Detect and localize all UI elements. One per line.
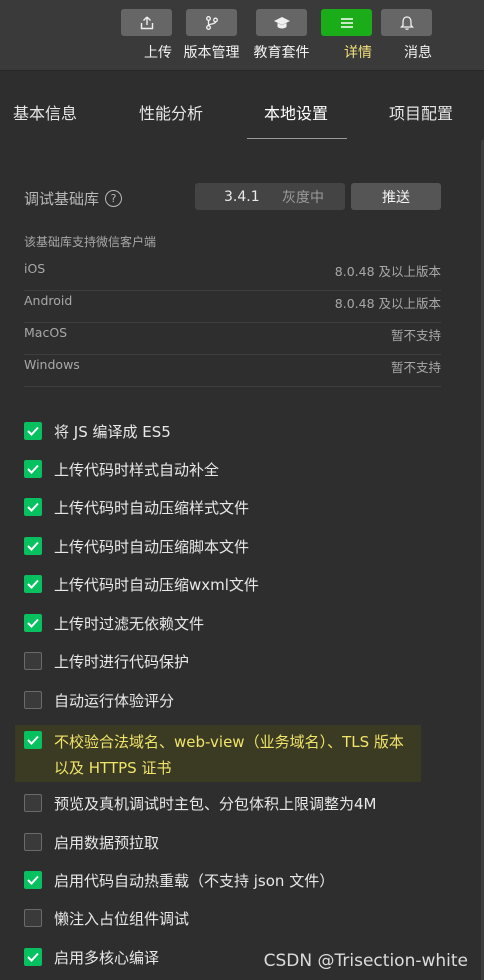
option-minify-script[interactable]: 上传代码时自动压缩脚本文件	[24, 535, 249, 557]
checkbox-checked[interactable]	[24, 948, 42, 966]
tab-project-config[interactable]: 项目配置	[389, 100, 453, 124]
checkbox-unchecked[interactable]	[24, 691, 42, 709]
push-button[interactable]: 推送	[351, 183, 441, 210]
messages-label: 消息	[404, 45, 432, 61]
option-hot-reload[interactable]: 启用代码自动热重载（不支持 json 文件）	[24, 869, 334, 891]
platform-name: iOS	[24, 261, 46, 276]
option-label: 上传代码时自动压缩样式文件	[54, 498, 250, 517]
option-label: 预览及真机调试时主包、分包体积上限调整为4M	[54, 794, 377, 813]
platform-requirement: 8.0.48 及以上版本	[334, 296, 441, 311]
top-toolbar: 上传 版本管理 教育套件 详情 消息	[0, 0, 484, 71]
checkbox-checked[interactable]	[24, 537, 42, 555]
upload-button[interactable]: 上传	[121, 9, 172, 69]
messages-button[interactable]: 消息	[381, 9, 432, 69]
option-minify-wxml[interactable]: 上传代码时自动压缩wxml文件	[24, 573, 259, 595]
active-tab-indicator	[247, 138, 347, 139]
settings-tabs: 基本信息 性能分析 本地设置 项目配置	[0, 72, 484, 140]
platform-requirement: 8.0.48 及以上版本	[334, 264, 441, 279]
support-caption: 该基础库支持微信客户端	[24, 235, 157, 249]
option-label: 启用代码自动热重载（不支持 json 文件）	[54, 871, 335, 890]
option-label: 上传时进行代码保护	[54, 652, 190, 671]
tab-performance[interactable]: 性能分析	[139, 100, 203, 124]
details-button[interactable]: 详情	[316, 9, 377, 71]
option-label: 启用多核心编译	[54, 948, 160, 967]
graduation-cap-icon	[256, 9, 307, 36]
checkbox-checked[interactable]	[24, 575, 42, 593]
menu-icon	[321, 9, 372, 36]
details-label: 详情	[344, 45, 372, 61]
platform-row: MacOS 暂不支持	[24, 323, 441, 355]
option-label: 将 JS 编译成 ES5	[54, 422, 171, 441]
option-code-protect[interactable]: 上传时进行代码保护	[24, 650, 189, 672]
tab-local-settings[interactable]: 本地设置	[264, 100, 328, 124]
education-kit-label: 教育套件	[253, 45, 310, 61]
platform-requirement: 暂不支持	[390, 328, 441, 343]
checkbox-checked[interactable]	[24, 460, 42, 478]
bell-icon	[381, 9, 432, 36]
option-filter-unused[interactable]: 上传时过滤无依赖文件	[24, 612, 204, 634]
option-4m-limit[interactable]: 预览及真机调试时主包、分包体积上限调整为4M	[24, 792, 377, 814]
tab-basic-info[interactable]: 基本信息	[13, 100, 77, 124]
checkbox-checked[interactable]	[24, 498, 42, 516]
option-style-autocomplete[interactable]: 上传代码时样式自动补全	[24, 458, 219, 480]
option-label: 上传时过滤无依赖文件	[54, 614, 205, 633]
option-minify-style[interactable]: 上传代码时自动压缩样式文件	[24, 496, 249, 518]
base-lib-row: 调试基础库 ?	[24, 188, 123, 209]
checkbox-checked[interactable]	[24, 422, 42, 440]
platform-row: Android 8.0.48 及以上版本	[24, 291, 441, 323]
checkbox-unchecked[interactable]	[24, 652, 42, 670]
watermark: CSDN @Trisection-white	[263, 951, 468, 971]
platform-row: iOS 8.0.48 及以上版本	[24, 259, 441, 291]
checkbox-unchecked[interactable]	[24, 833, 42, 851]
base-lib-label: 调试基础库	[24, 190, 100, 208]
help-icon[interactable]: ?	[105, 190, 123, 207]
branch-icon	[186, 9, 237, 36]
platform-name: MacOS	[24, 325, 68, 340]
option-lazy-placeholder[interactable]: 懒注入占位组件调试	[24, 907, 189, 929]
option-skip-domain-check-label[interactable]: 不校验合法域名、web-view（业务域名）、TLS 版本以及 HTTPS 证书	[54, 729, 414, 781]
version-management-button[interactable]: 版本管理	[183, 9, 240, 69]
version-select[interactable]: 3.4.1 灰度中	[195, 183, 345, 210]
version-management-label: 版本管理	[183, 45, 240, 61]
platform-name: Android	[24, 293, 73, 308]
option-multi-core[interactable]: 启用多核心编译	[24, 946, 159, 968]
checkbox-checked[interactable]	[24, 614, 42, 632]
checkbox-unchecked[interactable]	[24, 909, 42, 927]
platform-name: Windows	[24, 357, 80, 372]
checkbox-checked[interactable]	[24, 731, 42, 749]
option-label: 上传代码时自动压缩脚本文件	[54, 537, 250, 556]
education-kit-button[interactable]: 教育套件	[253, 9, 310, 69]
checkbox-checked[interactable]	[24, 871, 42, 889]
option-label: 上传代码时自动压缩wxml文件	[54, 575, 259, 594]
option-label: 自动运行体验评分	[54, 691, 175, 710]
option-data-prefetch[interactable]: 启用数据预拉取	[24, 831, 159, 853]
option-auto-audit[interactable]: 自动运行体验评分	[24, 689, 174, 711]
platform-requirement: 暂不支持	[390, 360, 441, 375]
option-label: 启用数据预拉取	[54, 833, 160, 852]
option-label: 上传代码时样式自动补全	[54, 460, 220, 479]
version-value: 3.4.1	[224, 188, 260, 205]
upload-icon	[121, 9, 172, 36]
platform-row: Windows 暂不支持	[24, 355, 441, 387]
option-label: 懒注入占位组件调试	[54, 909, 190, 928]
version-status: 灰度中	[282, 189, 324, 206]
option-compile-es5[interactable]: 将 JS 编译成 ES5	[24, 420, 171, 442]
upload-label: 上传	[144, 45, 172, 61]
checkbox-unchecked[interactable]	[24, 794, 42, 812]
